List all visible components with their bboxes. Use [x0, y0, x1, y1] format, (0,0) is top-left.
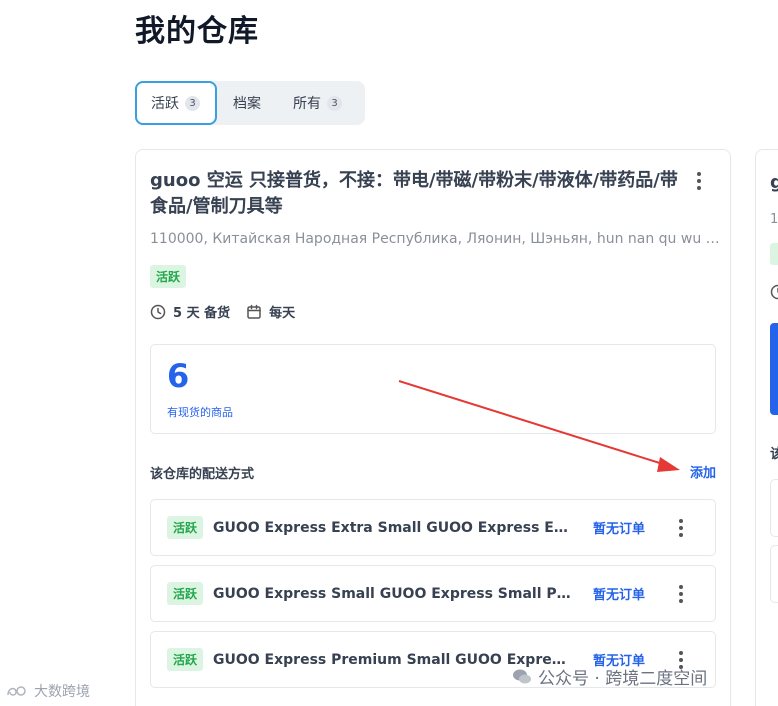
warehouse-card-partial: g 11 该 [755, 149, 778, 706]
tab-archive[interactable]: 档案 [217, 81, 275, 125]
stock-stat-partial[interactable] [770, 323, 778, 415]
tab-all-count: 3 [327, 95, 342, 111]
method-status-badge: 活跃 [167, 648, 204, 671]
warehouse-title-partial[interactable]: g [770, 172, 778, 193]
method-orders-state[interactable]: 暂无订单 [593, 584, 645, 603]
prep-time: 5 天 备货 [173, 306, 231, 321]
status-badge-partial [770, 243, 778, 265]
tab-all[interactable]: 所有 3 [275, 81, 356, 125]
method-status-badge: 活跃 [167, 516, 204, 539]
clock-icon [150, 304, 166, 320]
add-delivery-link[interactable]: 添加 [690, 462, 716, 481]
method-status-badge: 活跃 [167, 582, 204, 605]
clock-icon [770, 284, 778, 304]
delivery-method-row[interactable]: 活跃 GUOO Express Extra Small GUOO Express… [150, 499, 716, 556]
stock-stat[interactable]: 6 有现货的商品 [150, 344, 716, 434]
tab-active-label: 活跃 [151, 96, 179, 112]
tab-active[interactable]: 活跃 3 [135, 81, 217, 125]
method-orders-state[interactable]: 暂无订单 [593, 518, 645, 537]
watermark-right-text: 公众号 · 跨境二度空间 [538, 669, 708, 689]
page-title: 我的仓库 [135, 14, 259, 49]
warehouse-meta: 5 天 备货 每天 [150, 302, 295, 321]
watermark-right: 公众号 · 跨境二度空间 [512, 664, 707, 689]
delivery-section-label: 该仓库的配送方式 [150, 467, 255, 482]
tab-bar: 活跃 3 档案 所有 3 [135, 81, 365, 125]
more-options-icon[interactable] [689, 170, 709, 192]
delivery-method-row-partial[interactable] [770, 545, 778, 603]
watermark-left-text: 大数跨境 [34, 684, 90, 700]
more-options-icon[interactable] [671, 583, 691, 605]
delivery-method-row-partial[interactable] [770, 479, 778, 537]
wechat-icon [513, 669, 531, 683]
warehouse-address: 110000, Китайская Народная Республика, Л… [150, 231, 720, 247]
tab-archive-label: 档案 [233, 96, 261, 112]
tab-active-count: 3 [185, 95, 200, 111]
stock-count: 6 [167, 357, 190, 395]
status-badge: 活跃 [150, 265, 187, 288]
stock-label: 有现货的商品 [167, 406, 233, 419]
watermark-left: 大数跨境 [6, 681, 90, 701]
method-name: GUOO Express Extra Small GUOO Express Ex… [213, 519, 573, 536]
warehouse-title[interactable]: guoo 空运 只接普货，不接：带电/带磁/带粉末/带液体/带药品/带食品/管制… [150, 168, 690, 220]
calendar-icon [246, 304, 262, 320]
tab-all-label: 所有 [293, 96, 321, 112]
watermark-logo-icon [7, 686, 26, 696]
delivery-method-row[interactable]: 活跃 GUOO Express Small GUOO Express Small… [150, 565, 716, 622]
schedule: 每天 [269, 306, 296, 321]
delivery-section-label-partial: 该 [770, 443, 778, 462]
more-options-icon[interactable] [671, 517, 691, 539]
warehouse-address-partial: 11 [770, 212, 778, 227]
method-name: GUOO Express Small GUOO Express Small PU… [213, 585, 573, 602]
warehouse-card: guoo 空运 只接普货，不接：带电/带磁/带粉末/带液体/带药品/带食品/管制… [135, 149, 731, 706]
